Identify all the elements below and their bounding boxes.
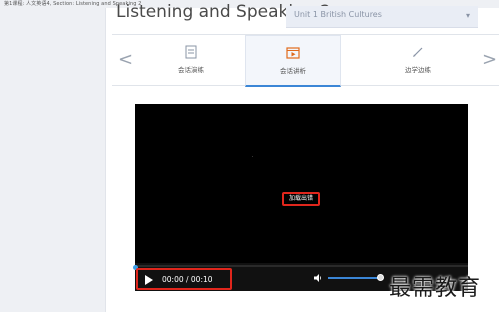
tab-label: 边学边练 xyxy=(405,66,431,74)
play-screen-icon xyxy=(286,47,300,59)
document-icon xyxy=(185,45,197,59)
video-player[interactable]: 加载出错 00:00 / 00:10 xyxy=(133,104,468,291)
pencil-icon xyxy=(413,47,423,57)
tab-label: 会话演练 xyxy=(178,66,204,74)
tab-bar: < 会话演练 会话讲析 边学边练 > xyxy=(112,34,499,87)
time-highlight: 00:00 / 00:10 xyxy=(136,268,232,290)
chevron-left-icon[interactable]: < xyxy=(118,49,133,70)
unit-select-value: Unit 1 British Cultures xyxy=(294,10,382,19)
chevron-down-icon: ▾ xyxy=(465,11,470,20)
time-display: 00:00 / 00:10 xyxy=(162,275,213,284)
play-icon[interactable] xyxy=(145,275,153,285)
watermark: 最需教育 xyxy=(389,276,482,301)
video-speck xyxy=(252,156,253,157)
seek-bar[interactable] xyxy=(133,265,468,270)
loading-error-label: 加载出错 xyxy=(282,192,320,206)
lesson-panel: Listening and Speaking 2 Unit 1 British … xyxy=(105,2,499,312)
volume-icon[interactable] xyxy=(313,273,323,283)
tab-label: 会话讲析 xyxy=(280,67,306,75)
unit-select[interactable]: Unit 1 British Cultures ▾ xyxy=(286,6,478,28)
page: 第1课程: 人文英语4, Section: Listening and Spea… xyxy=(0,0,499,312)
tab-dialogue-analysis[interactable]: 会话讲析 xyxy=(245,35,341,87)
tab-learn-practice[interactable]: 边学边练 xyxy=(369,35,467,87)
volume-handle[interactable] xyxy=(377,274,384,281)
tab-dialogue-practice[interactable]: 会话演练 xyxy=(142,35,240,87)
chevron-right-icon[interactable]: > xyxy=(482,49,497,70)
volume-slider[interactable] xyxy=(328,277,380,279)
